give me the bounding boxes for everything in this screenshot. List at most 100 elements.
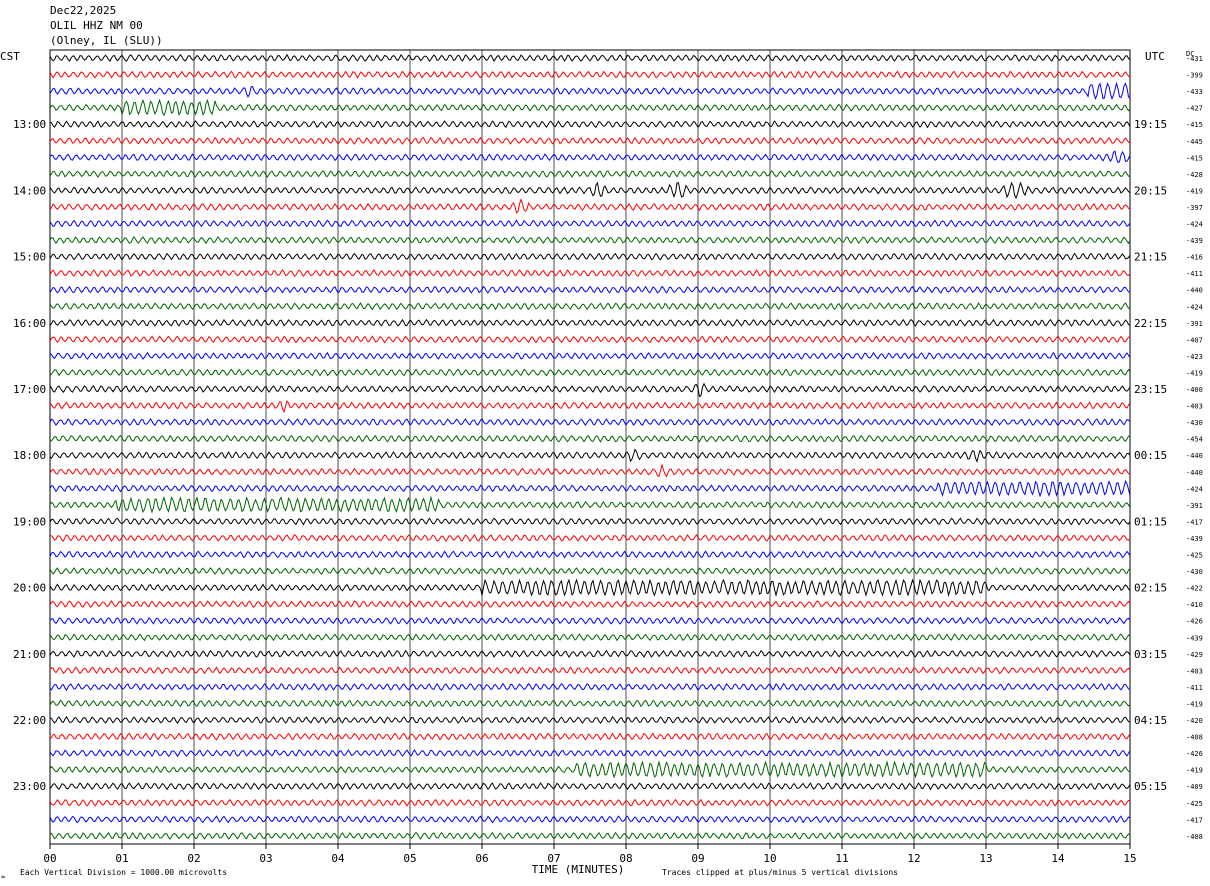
trace-line xyxy=(49,434,1131,443)
trace-line xyxy=(49,252,1131,261)
trace-line xyxy=(49,815,1131,824)
left-hour-label: 21:00 xyxy=(13,648,46,661)
trace-line xyxy=(49,98,1131,117)
trace-line xyxy=(49,181,1131,200)
right-hour-label: 05:15 xyxy=(1134,780,1167,793)
trace-line xyxy=(49,479,1131,498)
dc-offset-value: -454 xyxy=(1186,436,1203,444)
left-hour-label: 19:00 xyxy=(13,515,46,528)
left-hour-label: 22:00 xyxy=(13,714,46,727)
dc-offset-value: -411 xyxy=(1186,270,1203,278)
dc-offset-value: -425 xyxy=(1186,552,1203,560)
dc-offset-value: -439 xyxy=(1186,237,1203,245)
trace-line xyxy=(49,351,1131,360)
trace-line xyxy=(49,831,1130,840)
trace-line xyxy=(49,666,1131,675)
left-hour-label: 16:00 xyxy=(13,317,46,330)
trace-line xyxy=(49,269,1131,278)
trace-line xyxy=(49,120,1131,129)
dc-offset-value: -419 xyxy=(1186,369,1203,377)
left-hour-label: 13:00 xyxy=(13,118,46,131)
trace-line xyxy=(49,150,1131,164)
dc-offset-value: -399 xyxy=(1186,72,1203,80)
dc-offset-value: -408 xyxy=(1186,734,1203,742)
dc-offset-value: -415 xyxy=(1186,121,1203,129)
dc-offset-value: -419 xyxy=(1186,700,1203,708)
trace-line xyxy=(49,302,1131,311)
trace-line xyxy=(50,533,1131,543)
dc-offset-value: -425 xyxy=(1186,800,1203,808)
x-tick-label: 03 xyxy=(259,852,272,865)
dc-offset-value: -417 xyxy=(1186,816,1203,824)
trace-line xyxy=(49,448,1131,464)
trace-line xyxy=(49,782,1131,791)
trace-line xyxy=(49,368,1131,377)
dc-offset-value: -410 xyxy=(1186,601,1203,609)
dc-offset-value: -409 xyxy=(1186,783,1203,791)
trace-line xyxy=(49,197,1131,214)
trace-line xyxy=(49,732,1131,741)
left-timezone-label: CST xyxy=(0,50,20,63)
trace-line xyxy=(49,463,1130,478)
trace-line xyxy=(49,285,1131,294)
helicorder-plot: CST 13:00 14:00 15:00 16:00 17:00 18:00 19:00 20… xyxy=(0,49,1203,881)
right-hour-label: 00:15 xyxy=(1134,449,1167,462)
trace-line xyxy=(49,798,1131,807)
x-tick-label: 10 xyxy=(763,852,776,865)
trace-line xyxy=(49,633,1131,642)
x-tick-label: 15 xyxy=(1123,852,1136,865)
dc-offset-value: -403 xyxy=(1186,403,1203,411)
trace-line xyxy=(49,749,1131,758)
trace-line xyxy=(49,699,1131,708)
dc-offset-value: -417 xyxy=(1186,518,1203,526)
x-tick-label: 14 xyxy=(1051,852,1065,865)
dc-offset-value: -422 xyxy=(1186,585,1203,593)
trace-line xyxy=(49,235,1131,245)
x-axis-title: TIME (MINUTES) xyxy=(532,863,625,876)
trace-line xyxy=(49,399,1131,414)
right-hour-label: 02:15 xyxy=(1134,582,1167,595)
dc-offset-value: -439 xyxy=(1186,535,1203,543)
trace-line xyxy=(49,517,1131,526)
trace-line xyxy=(49,600,1131,609)
x-tick-label: 01 xyxy=(115,852,128,865)
dc-offset-value: -411 xyxy=(1186,684,1203,692)
dc-offset-value: -408 xyxy=(1186,833,1203,841)
x-tick-label: 05 xyxy=(403,852,416,865)
dc-offset-value: -431 xyxy=(1186,55,1203,63)
dc-offset-value: -424 xyxy=(1186,485,1203,493)
x-tick-label: 04 xyxy=(331,852,345,865)
dc-offset-value: -400 xyxy=(1186,386,1203,394)
trace-line xyxy=(49,550,1131,559)
dc-offset-value: -426 xyxy=(1186,750,1203,758)
dc-offset-value: -440 xyxy=(1186,452,1203,460)
dc-offset-value: -429 xyxy=(1186,651,1203,659)
trace-line xyxy=(49,70,1131,79)
left-hour-label: 18:00 xyxy=(13,449,46,462)
trace-line xyxy=(49,318,1131,327)
trace-line xyxy=(49,566,1131,576)
trace-line xyxy=(49,382,1131,398)
right-hour-label: 04:15 xyxy=(1134,714,1167,727)
dc-offset-value: -391 xyxy=(1186,502,1203,510)
x-tick-label: 06 xyxy=(475,852,488,865)
dc-offset-value: -424 xyxy=(1186,221,1203,229)
dc-offset-value: -419 xyxy=(1186,767,1203,775)
footer-left-note: Each Vertical Division = 1000.00 microvo… xyxy=(20,868,227,877)
trace-line xyxy=(49,578,1131,598)
right-hour-label: 23:15 xyxy=(1134,383,1167,396)
left-hour-label: 14:00 xyxy=(13,184,46,197)
trace-line xyxy=(49,616,1131,625)
trace-line xyxy=(49,715,1131,724)
dc-offset-value: -397 xyxy=(1186,204,1203,212)
trace-line xyxy=(49,81,1131,100)
dc-offset-value: -428 xyxy=(1186,171,1203,179)
footer-right-note: Traces clipped at plus/minus 5 vertical … xyxy=(662,868,898,877)
dc-offset-value: -445 xyxy=(1186,138,1203,146)
x-tick-label: 09 xyxy=(691,852,704,865)
dc-offset-value: -439 xyxy=(1186,634,1203,642)
trace-line xyxy=(49,649,1131,658)
dc-offset-value: -440 xyxy=(1186,469,1203,477)
corner-mark: ≈ xyxy=(1,873,5,881)
x-tick-label: 12 xyxy=(907,852,920,865)
